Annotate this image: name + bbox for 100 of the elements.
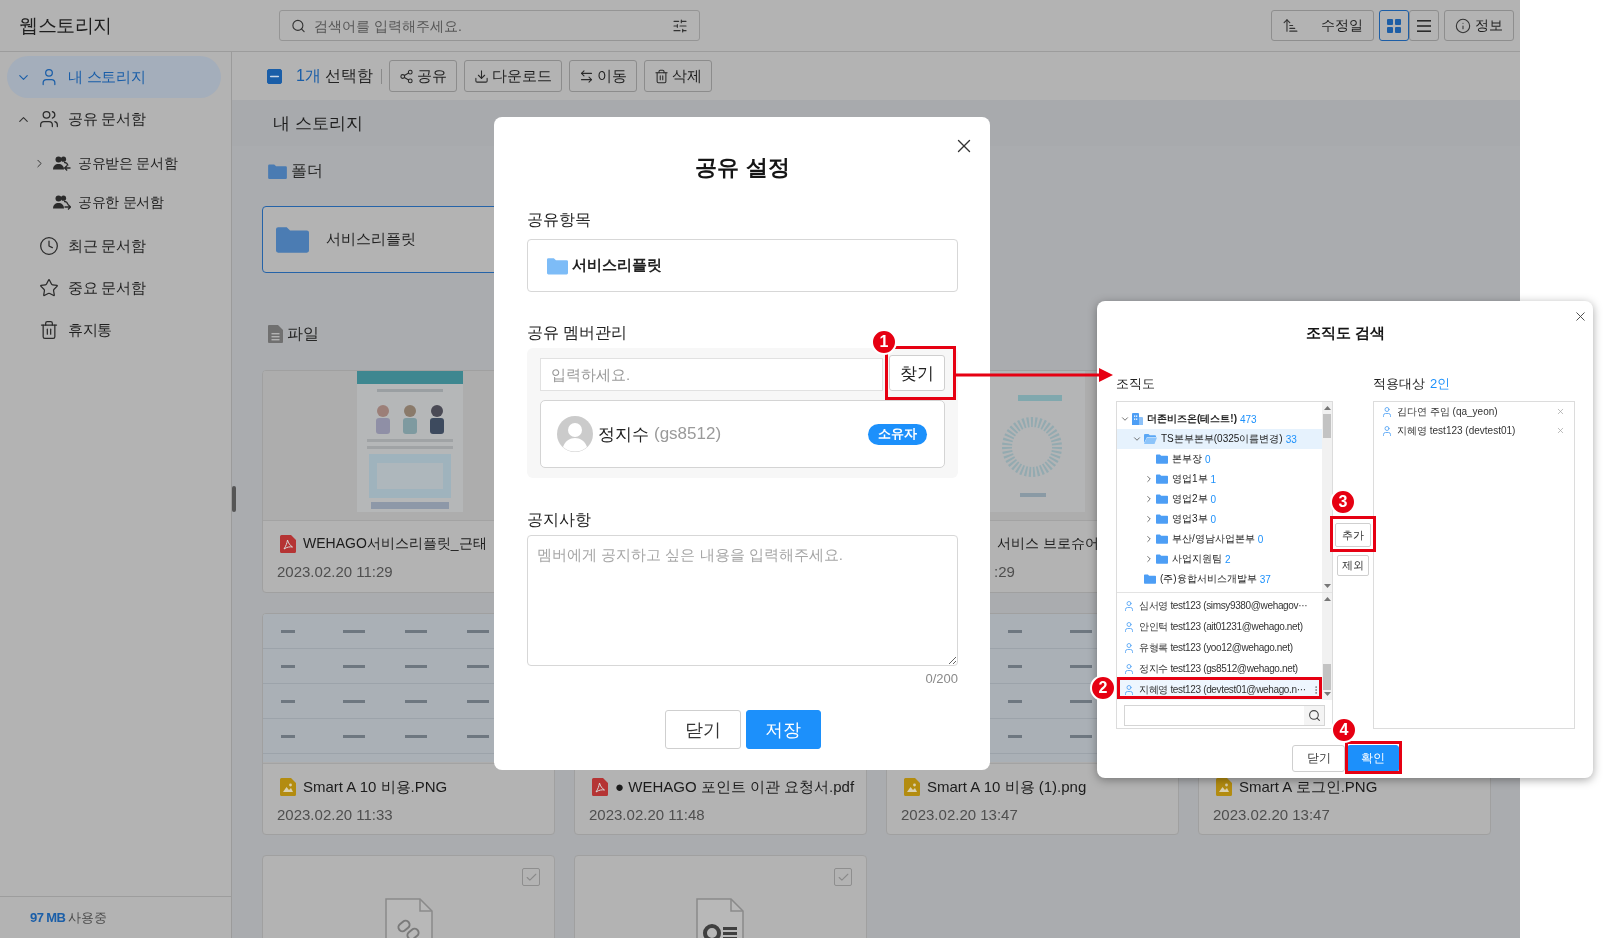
sidebar-item[interactable]: 휴지통	[7, 309, 221, 351]
tree-item[interactable]: TS본부본부(0325이름변경) 33	[1117, 429, 1322, 449]
search-field[interactable]: 검색어를 입력해주세요.	[279, 10, 700, 41]
sort-button[interactable]: 수정일	[1271, 10, 1374, 41]
owner-badge: 소유자	[868, 423, 927, 445]
delete-button[interactable]: 삭제	[643, 60, 712, 92]
tree-item[interactable]: 영업2부 0	[1117, 489, 1322, 509]
document-icon	[268, 325, 283, 343]
sidebar-item[interactable]: 최근 문서함	[7, 225, 221, 267]
download-button[interactable]: 다운로드	[463, 60, 562, 92]
usage-label: 사용중	[68, 908, 108, 927]
person-icon	[1123, 663, 1135, 675]
checkbox[interactable]	[522, 868, 540, 886]
link-file-icon	[384, 898, 433, 938]
selection-label: 선택함	[324, 65, 373, 86]
chevron-right-icon[interactable]	[1144, 554, 1154, 564]
chevron-down-icon[interactable]	[1132, 434, 1142, 444]
usage-amount: 97 MB	[30, 910, 66, 925]
tree-item[interactable]: (주)융합서비스개발부 37	[1117, 569, 1322, 589]
file-name: ● WEHAGO 포인트 이관 요청서.pdf	[615, 777, 855, 797]
building-icon	[1132, 413, 1143, 425]
member-name: 정지수	[598, 423, 649, 446]
checkbox[interactable]	[834, 868, 852, 886]
image-file-icon	[1216, 778, 1232, 796]
close-button[interactable]: 닫기	[664, 710, 741, 749]
resize-handle[interactable]	[232, 486, 236, 512]
folder-name: 서비스리플릿	[326, 230, 416, 249]
find-button[interactable]: 찾기	[889, 355, 945, 391]
scroll-up-icon[interactable]	[1323, 597, 1331, 601]
grid-view-button[interactable]	[1379, 10, 1409, 41]
section-title: 파일	[287, 323, 319, 344]
selection-count: 1개	[296, 65, 321, 86]
chevron-down-icon[interactable]	[1120, 414, 1130, 424]
chevron-right-icon[interactable]	[1144, 474, 1154, 484]
person-icon	[1123, 684, 1135, 696]
folder-icon	[1156, 474, 1168, 484]
tree-item[interactable]: 영업3부 0	[1117, 509, 1322, 529]
chevron-right-icon[interactable]	[1144, 534, 1154, 544]
close-icon[interactable]	[1556, 407, 1565, 416]
sidebar-item[interactable]: 중요 문서함	[7, 267, 221, 309]
share-icon	[398, 68, 414, 84]
folder-icon	[276, 226, 309, 253]
sidebar-item[interactable]: 공유받은 문서함	[7, 144, 221, 183]
scrollbar-thumb[interactable]	[1323, 414, 1331, 438]
folder-icon	[268, 163, 287, 179]
scroll-down-icon[interactable]	[1323, 584, 1331, 588]
sliders-icon[interactable]	[672, 17, 688, 34]
close-button[interactable]: 닫기	[1292, 745, 1345, 772]
file-date: :29	[994, 562, 1015, 582]
folder-icon	[1156, 494, 1168, 504]
sidebar-item[interactable]: 공유 문서함	[7, 98, 221, 140]
tree-item[interactable]: 부산/영남사업본부 0	[1117, 529, 1322, 549]
add-button[interactable]: 추가	[1335, 523, 1371, 547]
search-field[interactable]	[1124, 705, 1325, 726]
open-folder-icon	[1144, 434, 1157, 444]
user-item[interactable]: 심서영 test123 (simsy9380@wehagov···	[1117, 596, 1322, 616]
move-button[interactable]: 이동	[568, 60, 637, 92]
file-date: 2023.02.20 11:48	[589, 805, 705, 825]
member-input[interactable]: 입력하세요.	[540, 358, 883, 391]
image-file-icon	[904, 778, 920, 796]
tree-item[interactable]: 사업지원팀 2	[1117, 549, 1322, 569]
tree-item[interactable]: 더존비즈온(테스트!) 473	[1117, 409, 1322, 429]
remove-button[interactable]: 제외	[1337, 555, 1369, 576]
scrollbar[interactable]	[1322, 402, 1332, 592]
notice-field[interactable]: 멤버에게 공지하고 싶은 내용을 입력해주세요.	[527, 535, 958, 666]
checkbox[interactable]	[267, 68, 282, 84]
field-label: 공유 멤버관리	[527, 323, 628, 343]
scrollbar[interactable]	[1322, 593, 1332, 700]
file-date: 2023.02.20 13:47	[901, 805, 1018, 825]
panel-label: 조직도	[1116, 375, 1155, 393]
scroll-up-icon[interactable]	[1323, 406, 1331, 410]
person-icon	[1381, 405, 1393, 418]
sort-icon	[1282, 17, 1299, 34]
close-icon[interactable]	[1556, 426, 1565, 435]
folder-icon	[1156, 554, 1168, 564]
folder-icon	[1144, 574, 1156, 584]
section-title: 폴더	[291, 160, 323, 181]
search-button[interactable]	[1304, 706, 1324, 725]
tree-item[interactable]: 영업1부 1	[1117, 469, 1322, 489]
close-button[interactable]	[1573, 309, 1588, 324]
tree-item[interactable]: 본부장 0	[1117, 449, 1322, 469]
swap-arrows-icon	[578, 68, 594, 84]
dialog-title: 공유 설정	[695, 154, 790, 182]
scrollbar-thumb[interactable]	[1323, 664, 1331, 690]
list-view-button[interactable]	[1409, 10, 1439, 41]
image-file-icon	[280, 778, 296, 796]
avatar-icon	[557, 416, 593, 452]
scroll-down-icon[interactable]	[1323, 692, 1331, 696]
chevron-right-icon[interactable]	[1144, 494, 1154, 504]
list-icon	[1417, 19, 1431, 32]
person-icon	[1381, 424, 1393, 437]
file-name: Smart A 로그인.PNG	[1239, 777, 1378, 797]
sidebar-item[interactable]: 공유한 문서함	[7, 183, 221, 222]
file-name: 서비스 브로슈어	[997, 535, 1099, 553]
star-icon	[39, 278, 59, 298]
person-icon	[1123, 600, 1135, 612]
share-button[interactable]: 공유	[388, 60, 457, 92]
chevron-right-icon[interactable]	[1144, 514, 1154, 524]
clock-icon	[39, 236, 59, 256]
info-button[interactable]: 정보	[1444, 10, 1514, 41]
